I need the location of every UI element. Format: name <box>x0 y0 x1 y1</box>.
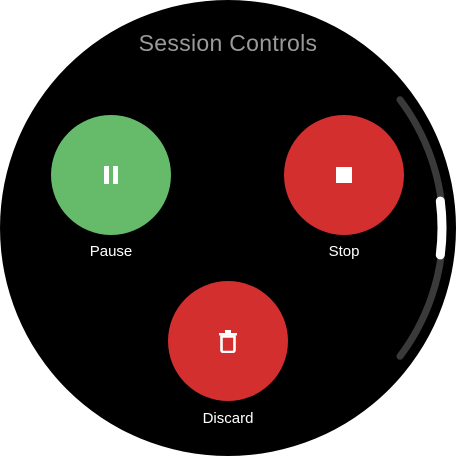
watch-screen: Session Controls Pause Stop Discard <box>0 0 456 456</box>
discard-label: Discard <box>202 410 254 427</box>
pause-label: Pause <box>89 243 133 260</box>
trash-icon <box>219 330 237 353</box>
scrollbar-thumb <box>435 196 447 260</box>
page-title: Session Controls <box>138 30 318 56</box>
discard-button[interactable] <box>168 281 288 401</box>
pause-button[interactable] <box>51 115 171 235</box>
stop-label: Stop <box>328 243 360 260</box>
scrollbar-track <box>396 96 447 360</box>
stop-button[interactable] <box>284 115 404 235</box>
stop-icon <box>336 167 352 183</box>
pause-icon <box>104 166 118 184</box>
